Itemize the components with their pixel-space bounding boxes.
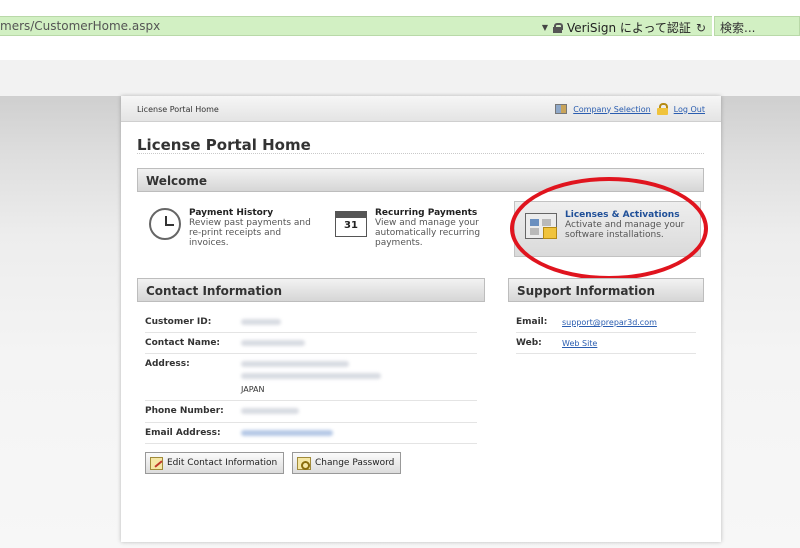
log-out-link[interactable]: Log Out (674, 105, 705, 114)
address-country: JAPAN (241, 385, 265, 394)
calendar-icon: 31 (335, 211, 367, 237)
page-title: License Portal Home (137, 136, 311, 154)
annotation-ring (510, 177, 708, 280)
lock-icon (552, 22, 563, 33)
email-value[interactable] (241, 430, 333, 436)
phone-label: Phone Number: (145, 406, 224, 416)
support-email-link[interactable]: support@prepar3d.com (562, 318, 657, 327)
recurring-payments-item[interactable]: 31 Recurring Payments View and manage yo… (335, 208, 499, 248)
url-text[interactable]: mers/CustomerHome.aspx (0, 19, 160, 33)
address-line-2 (241, 373, 381, 379)
support-web-link[interactable]: Web Site (562, 339, 597, 348)
row-divider (145, 332, 477, 333)
certificate-label[interactable]: VeriSign によって認証 (567, 19, 691, 36)
row-divider (145, 443, 477, 444)
support-web-label: Web: (516, 338, 542, 348)
row-divider (145, 422, 477, 423)
browser-search-input[interactable]: 検索... (714, 16, 800, 36)
padlock-icon (656, 103, 668, 115)
recurring-payments-title[interactable]: Recurring Payments (375, 208, 499, 218)
browser-toolbar (0, 36, 800, 60)
address-bar[interactable]: mers/CustomerHome.aspx ▼ VeriSign によって認証… (0, 16, 712, 36)
edit-icon (150, 456, 163, 470)
recurring-payments-desc: View and manage your automatically recur… (375, 218, 481, 248)
row-divider (516, 332, 696, 333)
address-bar-right: ▼ VeriSign によって認証 ↻ (542, 19, 706, 36)
email-label: Email Address: (145, 428, 221, 438)
support-info-header: Support Information (508, 278, 704, 302)
row-divider (145, 353, 477, 354)
customer-id-label: Customer ID: (145, 317, 212, 327)
breadcrumb-bar: License Portal Home Company Selection Lo… (121, 96, 721, 122)
payment-history-desc: Review past payments and re-print receip… (189, 218, 311, 248)
clock-icon (149, 208, 181, 240)
change-password-label: Change Password (315, 458, 395, 468)
customer-id-value (241, 319, 281, 325)
address-label: Address: (145, 359, 190, 369)
payment-history-item[interactable]: Payment History Review past payments and… (149, 208, 313, 248)
breadcrumb: License Portal Home (137, 105, 219, 114)
browser-tab-strip (0, 60, 800, 96)
change-password-button[interactable]: Change Password (292, 452, 402, 474)
phone-value (241, 408, 299, 414)
edit-contact-label: Edit Contact Information (167, 458, 278, 468)
company-selection-link[interactable]: Company Selection (573, 105, 650, 114)
reload-icon[interactable]: ↻ (696, 21, 706, 35)
contact-name-label: Contact Name: (145, 338, 221, 348)
row-divider (145, 400, 477, 401)
title-divider (137, 153, 704, 154)
payment-history-title[interactable]: Payment History (189, 208, 313, 218)
address-line-1 (241, 361, 349, 367)
row-divider (516, 353, 696, 354)
contact-info-header: Contact Information (137, 278, 485, 302)
key-icon (297, 456, 311, 470)
dropdown-caret-icon[interactable]: ▼ (542, 23, 548, 32)
company-grid-icon (555, 104, 568, 114)
edit-contact-button[interactable]: Edit Contact Information (145, 452, 285, 474)
portal-page: License Portal Home Company Selection Lo… (121, 96, 721, 542)
top-links: Company Selection Log Out (555, 103, 705, 115)
support-email-label: Email: (516, 317, 548, 327)
contact-name-value (241, 340, 305, 346)
